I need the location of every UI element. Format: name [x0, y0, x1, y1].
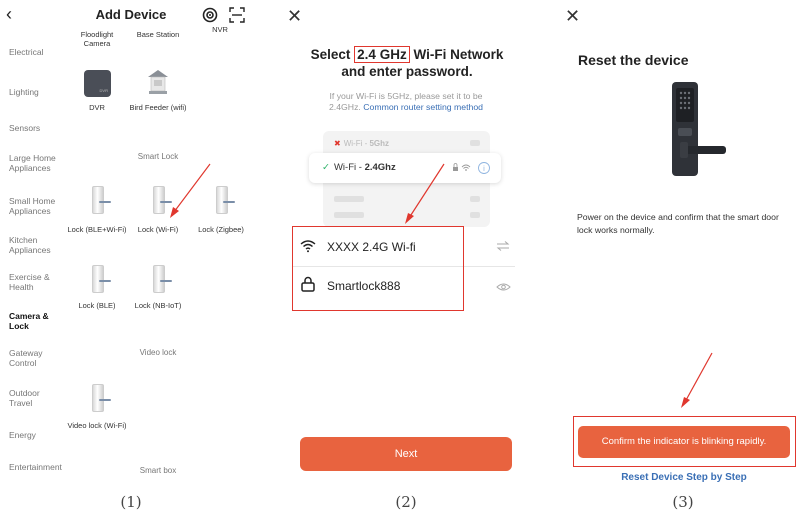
- wifi-5g-prefix: Wi-Fi -: [343, 139, 370, 148]
- annotation-arrow: [681, 352, 713, 408]
- device-label-lock-nbiot[interactable]: Lock (NB-IoT): [128, 301, 188, 311]
- panel-label: (2): [395, 493, 417, 511]
- placeholder-bar: [470, 196, 480, 202]
- dvr-image[interactable]: [84, 70, 111, 97]
- close-icon[interactable]: ✕: [287, 6, 302, 27]
- device-label-base-station[interactable]: Base Station: [128, 30, 188, 40]
- wifi-24-band: 2.4Ghz: [364, 162, 396, 173]
- device-label-video-lock-wifi[interactable]: Video lock (Wi-Fi): [67, 421, 127, 431]
- placeholder-bar: [470, 140, 480, 146]
- instruction-line1: If your Wi-Fi is 5GHz, please set it to …: [329, 91, 483, 101]
- band-highlight: 2.4 GHz: [354, 46, 410, 63]
- category-entertainment[interactable]: Entertainment: [9, 462, 65, 473]
- category-kitchen-appliances[interactable]: Kitchen Appliances: [9, 235, 65, 255]
- highlight-box: [292, 226, 464, 311]
- device-label-bird-feeder[interactable]: Bird Feeder (wifi): [128, 103, 188, 113]
- device-label-floodlight-camera[interactable]: Floodlight Camera: [67, 30, 127, 48]
- title-line2: and enter password.: [341, 64, 473, 79]
- eye-icon[interactable]: [496, 282, 511, 292]
- router-setting-link[interactable]: Common router setting method: [363, 102, 483, 112]
- category-exercise-health[interactable]: Exercise & Health: [9, 272, 65, 292]
- title-suffix: Wi-Fi Network: [409, 47, 504, 62]
- instruction-text: If your Wi-Fi is 5GHz, please set it to …: [305, 91, 507, 113]
- annotation-arrow: [170, 163, 211, 218]
- device-label-lock-wifi[interactable]: Lock (Wi-Fi): [128, 225, 188, 235]
- category-electrical[interactable]: Electrical: [9, 47, 65, 58]
- category-outdoor-travel[interactable]: Outdoor Travel: [9, 388, 65, 408]
- category-sensors[interactable]: Sensors: [9, 123, 65, 134]
- category-small-home-appliances[interactable]: Small Home Appliances: [9, 196, 65, 216]
- lock-nbiot-image[interactable]: [153, 265, 172, 293]
- bird-feeder-image[interactable]: [146, 68, 170, 96]
- reset-step-link[interactable]: Reset Device Step by Step: [574, 472, 794, 483]
- confirm-blinking-button[interactable]: Confirm the indicator is blinking rapidl…: [578, 426, 790, 458]
- category-energy[interactable]: Energy: [9, 430, 65, 441]
- page-title: Add Device: [95, 7, 167, 22]
- instruction-text: Power on the device and confirm that the…: [577, 212, 779, 235]
- title-prefix: Select: [310, 47, 355, 62]
- page-title: Reset the device: [578, 52, 689, 68]
- page-title: Select 2.4 GHz Wi-Fi Network and enter p…: [296, 46, 518, 80]
- lock-zigbee-image[interactable]: [216, 186, 235, 214]
- category-lighting[interactable]: Lighting: [9, 87, 65, 98]
- section-smart-box: Smart box: [139, 466, 177, 475]
- instruction-line2: 2.4GHz.: [328, 102, 364, 112]
- category-gateway-control[interactable]: Gateway Control: [9, 348, 65, 368]
- next-button[interactable]: Next: [300, 437, 512, 471]
- wifi-status-icons: i: [453, 162, 490, 174]
- device-label-nvr[interactable]: NVR: [190, 25, 250, 35]
- scan-radar-icon[interactable]: [202, 7, 218, 23]
- switch-network-icon[interactable]: [496, 241, 510, 251]
- svg-text:i: i: [483, 165, 485, 173]
- section-video-lock: Video lock: [139, 348, 177, 357]
- check-icon: ✓: [322, 162, 330, 173]
- placeholder-bar: [334, 196, 364, 202]
- panel-label: (3): [672, 493, 694, 511]
- wifi-24-prefix: Wi-Fi -: [333, 162, 365, 173]
- qr-scan-icon[interactable]: [229, 7, 245, 23]
- door-lock-image: [672, 82, 726, 176]
- annotation-arrow: [405, 163, 445, 224]
- add-device-panel: ‹ Add Device Floodlight Camera Base Stat…: [0, 0, 262, 515]
- category-large-home-appliances[interactable]: Large Home Appliances: [9, 153, 65, 173]
- wifi-5g-item: ✖ Wi-Fi - 5Ghz: [334, 139, 389, 148]
- device-label-dvr[interactable]: DVR: [67, 103, 127, 113]
- device-label-lock-ble-wifi[interactable]: Lock (BLE+Wi-Fi): [67, 225, 127, 235]
- cross-icon: ✖: [334, 139, 341, 148]
- wifi-5g-band: 5Ghz: [369, 139, 390, 148]
- video-lock-wifi-image[interactable]: [92, 384, 111, 412]
- placeholder-bar: [334, 212, 364, 218]
- lock-wifi-image[interactable]: [153, 186, 172, 214]
- category-camera-lock[interactable]: Camera & Lock: [9, 311, 65, 331]
- device-label-lock-ble[interactable]: Lock (BLE): [67, 301, 127, 311]
- lock-ble-image[interactable]: [92, 265, 111, 293]
- lock-ble-wifi-image[interactable]: [92, 186, 111, 214]
- wifi-24-label: ✓ Wi-Fi - 2.4Ghz: [322, 162, 396, 173]
- panel-label: (1): [120, 493, 142, 511]
- placeholder-bar: [470, 212, 480, 218]
- close-icon[interactable]: ✕: [565, 6, 580, 27]
- device-label-lock-zigbee[interactable]: Lock (Zigbee): [191, 225, 251, 235]
